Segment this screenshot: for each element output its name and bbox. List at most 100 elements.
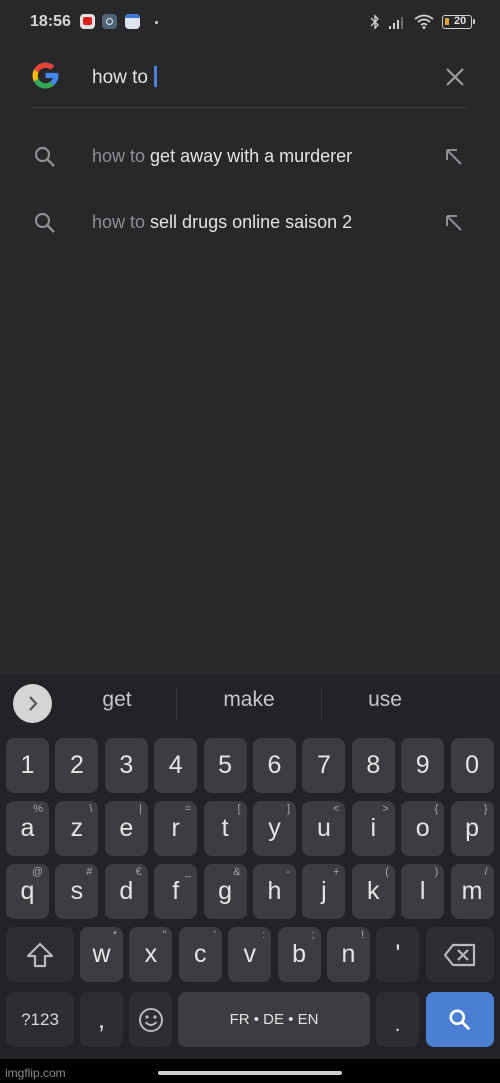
key-hint: ( <box>385 866 389 878</box>
emoji-key[interactable] <box>129 992 172 1047</box>
key-hint: ; <box>311 929 315 941</box>
key-m[interactable]: m / <box>450 864 494 919</box>
key-8[interactable]: 8 <box>351 738 395 793</box>
key-i[interactable]: i > <box>351 801 395 856</box>
key-hint: ' <box>213 929 216 941</box>
key-w[interactable]: w * <box>80 927 123 982</box>
key-hint: ) <box>434 866 439 878</box>
key-n[interactable]: n! <box>327 927 370 982</box>
comma-key[interactable]: , <box>80 992 123 1047</box>
key-5[interactable]: 5 <box>203 738 247 793</box>
key-label: 8 <box>366 751 381 779</box>
key-c[interactable]: c ' <box>178 927 222 982</box>
backspace-key[interactable] <box>426 927 494 982</box>
key-apostrophe[interactable]: ' <box>376 927 420 982</box>
key-label: e <box>119 814 134 842</box>
key-f[interactable]: f _ <box>154 864 198 919</box>
key-label: p <box>465 814 480 842</box>
key-u[interactable]: u < <box>302 801 346 856</box>
key-o[interactable]: o{ <box>401 801 445 856</box>
key-h[interactable]: h- <box>253 864 296 919</box>
key-a[interactable]: a% <box>6 801 49 856</box>
symbols-key[interactable]: ?123 <box>6 992 74 1047</box>
key-3[interactable]: 3 <box>104 738 148 793</box>
key-label: , <box>98 1006 105 1034</box>
key-hint: " <box>162 929 167 941</box>
key-p[interactable]: p} <box>450 801 494 856</box>
word-suggestion[interactable]: use <box>323 688 447 712</box>
key-hint: ] <box>286 803 290 815</box>
period-key[interactable]: . <box>376 992 419 1047</box>
key-q[interactable]: q @ <box>6 864 49 919</box>
key-label: s <box>70 877 84 905</box>
key-z[interactable]: z \ <box>55 801 99 856</box>
key-hint: = <box>184 803 192 815</box>
key-hint: @ <box>31 866 43 878</box>
key-x[interactable]: x " <box>129 927 173 982</box>
key-e[interactable]: e | <box>104 801 148 856</box>
key-6[interactable]: 6 <box>253 738 296 793</box>
key-2[interactable]: 2 <box>55 738 99 793</box>
calendar-icon <box>125 14 140 29</box>
key-label: f <box>172 877 180 905</box>
bluetooth-icon <box>370 14 379 30</box>
status-bar: 18:56 20 <box>0 0 500 44</box>
space-key[interactable]: FR • DE • EN <box>178 992 370 1047</box>
key-label: 2 <box>69 751 84 779</box>
key-4[interactable]: 4 <box>154 738 198 793</box>
search-input[interactable]: how to <box>92 66 157 89</box>
key-7[interactable]: 7 <box>302 738 346 793</box>
key-0[interactable]: 0 <box>450 738 494 793</box>
shift-key[interactable] <box>6 927 74 982</box>
key-hint: / <box>484 866 488 878</box>
settings-icon <box>102 14 117 29</box>
key-t[interactable]: t[ <box>203 801 247 856</box>
word-suggestion[interactable]: make <box>178 688 320 712</box>
key-j[interactable]: j + <box>302 864 346 919</box>
key-v[interactable]: v: <box>228 927 272 982</box>
key-l[interactable]: l) <box>401 864 445 919</box>
key-hint: * <box>112 929 117 941</box>
key-label: 1 <box>20 751 35 779</box>
more-dot-icon <box>155 21 158 24</box>
key-k[interactable]: k( <box>351 864 395 919</box>
key-hint: + <box>332 866 340 878</box>
navigation-bar: imgflip.com <box>0 1059 500 1083</box>
key-y[interactable]: y] <box>253 801 296 856</box>
suggestion-item[interactable]: how to sell drugs online saison 2 <box>0 195 500 251</box>
key-hint: < <box>332 803 340 815</box>
suggestion-prefix: how to <box>92 212 146 232</box>
arrow-up-left-icon[interactable] <box>444 147 464 167</box>
search-query-text: how to <box>92 67 154 88</box>
key-label: k <box>367 877 380 905</box>
key-label: x <box>144 940 158 968</box>
key-label: i <box>370 814 377 842</box>
keyboard-suggestion-strip: get make use <box>0 674 500 730</box>
key-label: b <box>292 940 307 968</box>
word-suggestion[interactable]: get <box>60 688 174 712</box>
close-icon[interactable] <box>444 66 466 88</box>
key-label: c <box>194 940 207 968</box>
key-label: g <box>218 877 233 905</box>
key-label: t <box>221 814 229 842</box>
keyboard: get make use 1 2 3 4 5 6 7 8 9 0 a% z \ e | r = t[y] u < i > o… <box>0 673 500 1059</box>
key-label: l <box>419 877 426 905</box>
key-label: d <box>119 877 134 905</box>
arrow-up-left-icon[interactable] <box>444 213 464 233</box>
key-g[interactable]: g & <box>203 864 247 919</box>
key-d[interactable]: d € <box>104 864 148 919</box>
suggestion-divider <box>176 688 177 720</box>
key-r[interactable]: r = <box>154 801 198 856</box>
expand-toolbar-button[interactable] <box>13 684 52 723</box>
suggestion-item[interactable]: how to get away with a murderer <box>0 129 500 185</box>
suggestion-divider <box>321 688 322 720</box>
key-1[interactable]: 1 <box>6 738 49 793</box>
key-s[interactable]: s # <box>55 864 99 919</box>
status-time: 18:56 <box>30 13 71 30</box>
key-9[interactable]: 9 <box>401 738 445 793</box>
search-key[interactable] <box>426 992 494 1047</box>
key-b[interactable]: b; <box>277 927 321 982</box>
status-icons: 20 <box>370 12 475 32</box>
home-gesture-bar[interactable] <box>158 1071 342 1075</box>
key-label: 9 <box>415 751 430 779</box>
